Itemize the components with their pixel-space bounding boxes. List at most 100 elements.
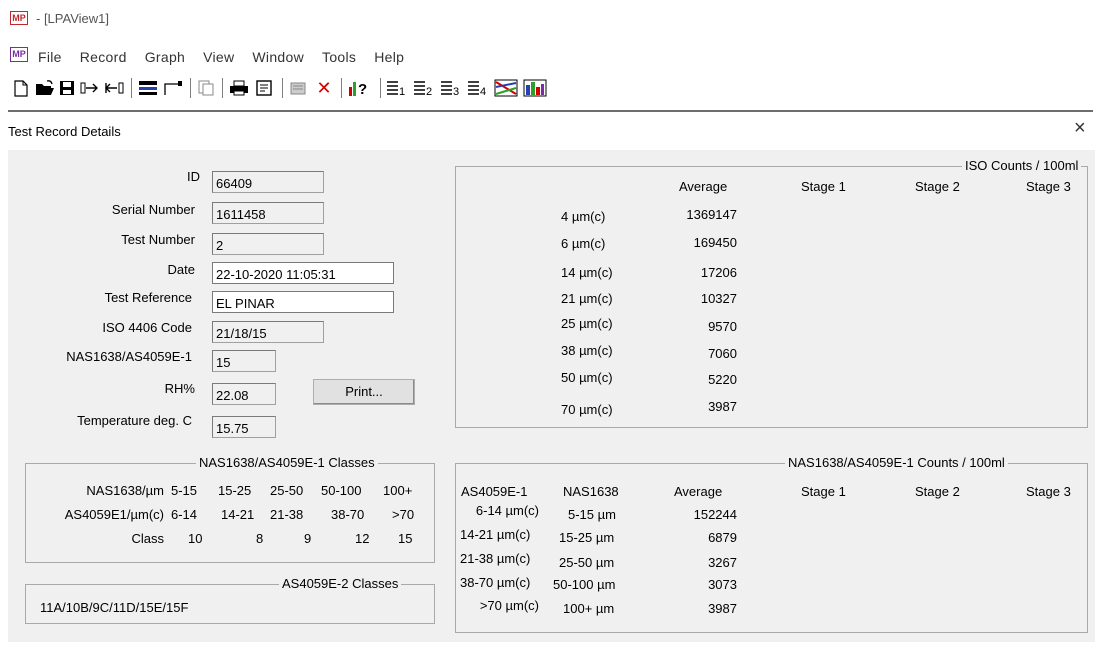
- svg-text:4: 4: [480, 86, 486, 96]
- toolbar-separator: [380, 78, 381, 98]
- document-menu-icon[interactable]: MP: [10, 47, 28, 62]
- as2-classes-caption: AS4059E-2 Classes: [279, 576, 402, 591]
- iso-row-size: 14 µm(c): [561, 265, 613, 280]
- nas-row1-c2: 15-25: [218, 483, 252, 498]
- svg-text:?: ?: [358, 81, 367, 97]
- graph-bars-icon[interactable]: [522, 78, 548, 98]
- title-bar: [0, 0, 1100, 40]
- open-icon[interactable]: [35, 78, 55, 98]
- nas-row3-c2: 8: [256, 531, 264, 546]
- toolbar-separator: [190, 78, 191, 98]
- iso-row-size: 21 µm(c): [561, 291, 613, 306]
- nas-header-stage1: Stage 1: [801, 484, 846, 499]
- menu-file[interactable]: File: [38, 49, 62, 65]
- app-logo-icon: MP: [10, 11, 28, 25]
- help-icon[interactable]: ?: [347, 78, 373, 98]
- date-field[interactable]: 22-10-2020 11:05:31: [212, 262, 394, 284]
- nas-header-nas1638: NAS1638: [563, 484, 619, 499]
- stage1-icon[interactable]: 1: [385, 78, 409, 98]
- window-title: - [LPAView1]: [36, 11, 109, 26]
- toolbar-separator: [341, 78, 342, 98]
- iso-counts-caption: ISO Counts / 100ml: [962, 158, 1082, 173]
- nas-row-as: 21-38 µm(c): [460, 551, 531, 566]
- menu-graph[interactable]: Graph: [145, 49, 185, 65]
- svg-text:1: 1: [399, 86, 405, 96]
- iso-row-size: 70 µm(c): [561, 402, 613, 417]
- print-button[interactable]: Print...: [313, 379, 415, 405]
- nas-class-field[interactable]: 15: [212, 350, 276, 372]
- nas-row-nas: 5-15 µm: [568, 507, 616, 522]
- iso-row-size: 38 µm(c): [561, 343, 613, 358]
- copy-icon[interactable]: [196, 78, 216, 98]
- menu-record[interactable]: Record: [80, 49, 127, 65]
- nas-row2-c3: 21-38: [270, 507, 304, 522]
- properties-icon[interactable]: [288, 78, 310, 98]
- toolbar-separator: [282, 78, 283, 98]
- save-icon[interactable]: [58, 78, 76, 98]
- stage2-icon[interactable]: 2: [412, 78, 436, 98]
- new-icon[interactable]: [12, 78, 30, 98]
- nas-row-as: 14-21 µm(c): [460, 527, 531, 542]
- menu-view[interactable]: View: [203, 49, 234, 65]
- iso-header-stage1: Stage 1: [801, 179, 846, 194]
- nas-row2-c1: 6-14: [171, 507, 198, 522]
- as2-classes-value: 11A/10B/9C/11D/15E/15F: [40, 600, 189, 615]
- nas-row-as: 6-14 µm(c): [475, 503, 539, 518]
- print-icon[interactable]: [228, 78, 250, 98]
- nas-row-nas: 15-25 µm: [559, 530, 615, 545]
- nas-row3-label: Class: [131, 531, 164, 546]
- date-label: Date: [167, 262, 195, 277]
- nas-header-stage2: Stage 2: [915, 484, 960, 499]
- iso-counts-group: [455, 166, 1088, 428]
- temperature-field[interactable]: 15.75: [212, 416, 276, 438]
- iso-row-avg: 9570: [708, 319, 737, 334]
- export-icon[interactable]: [80, 78, 100, 98]
- stage4-icon[interactable]: 4: [466, 78, 490, 98]
- test-reference-label: Test Reference: [104, 290, 192, 305]
- nas-row-avg: 6879: [708, 530, 737, 545]
- iso-row-avg: 1369147: [686, 207, 737, 222]
- nas-row1-c1: 5-15: [171, 483, 198, 498]
- stage3-icon[interactable]: 3: [439, 78, 463, 98]
- iso-4406-code-field[interactable]: 21/18/15: [212, 321, 324, 343]
- iso-4406-code-label: ISO 4406 Code: [102, 320, 192, 335]
- graph-lines-icon[interactable]: [493, 78, 519, 98]
- id-label: ID: [187, 169, 200, 184]
- nas-row1-c5: 100+: [383, 483, 413, 498]
- print-preview-icon[interactable]: [137, 78, 159, 98]
- iso-header-average: Average: [679, 179, 728, 194]
- iso-row-avg: 5220: [708, 372, 737, 387]
- nas-row-nas: 50-100 µm: [553, 577, 616, 592]
- svg-text:3: 3: [453, 86, 459, 96]
- menu-help[interactable]: Help: [374, 49, 404, 65]
- iso-header-stage2: Stage 2: [915, 179, 960, 194]
- nas-row3-c1: 10: [188, 531, 203, 546]
- close-icon[interactable]: ×: [1074, 118, 1086, 138]
- import-icon[interactable]: [104, 78, 124, 98]
- id-field[interactable]: 66409: [212, 171, 324, 193]
- nas-row-avg: 152244: [693, 507, 737, 522]
- test-reference-field[interactable]: EL PINAR: [212, 291, 394, 313]
- nas-row1-label: NAS1638/µm: [86, 483, 164, 498]
- menu-tools[interactable]: Tools: [322, 49, 356, 65]
- page-setup-icon[interactable]: [254, 78, 276, 98]
- delete-icon[interactable]: ✕: [314, 78, 334, 98]
- rh-field[interactable]: 22.08: [212, 383, 276, 405]
- nas-row3-c3: 9: [304, 531, 312, 546]
- rh-label: RH%: [164, 381, 195, 396]
- nas-row-avg: 3987: [708, 601, 737, 616]
- iso-row-size: 6 µm(c): [561, 236, 606, 251]
- iso-header-stage3: Stage 3: [1026, 179, 1071, 194]
- iso-row-avg: 3987: [708, 399, 737, 414]
- iso-row-avg: 169450: [693, 235, 737, 250]
- temperature-label: Temperature deg. C: [77, 413, 192, 428]
- iso-row-size: 4 µm(c): [561, 209, 606, 224]
- serial-number-field[interactable]: 1611458: [212, 202, 324, 224]
- iso-row-size: 50 µm(c): [561, 370, 613, 385]
- chart-icon[interactable]: [162, 78, 184, 98]
- nas-row2-c2: 14-21: [221, 507, 255, 522]
- nas-row-avg: 3073: [708, 577, 737, 592]
- nas-row-as: 38-70 µm(c): [460, 575, 531, 590]
- test-number-field[interactable]: 2: [212, 233, 324, 255]
- menu-window[interactable]: Window: [252, 49, 304, 65]
